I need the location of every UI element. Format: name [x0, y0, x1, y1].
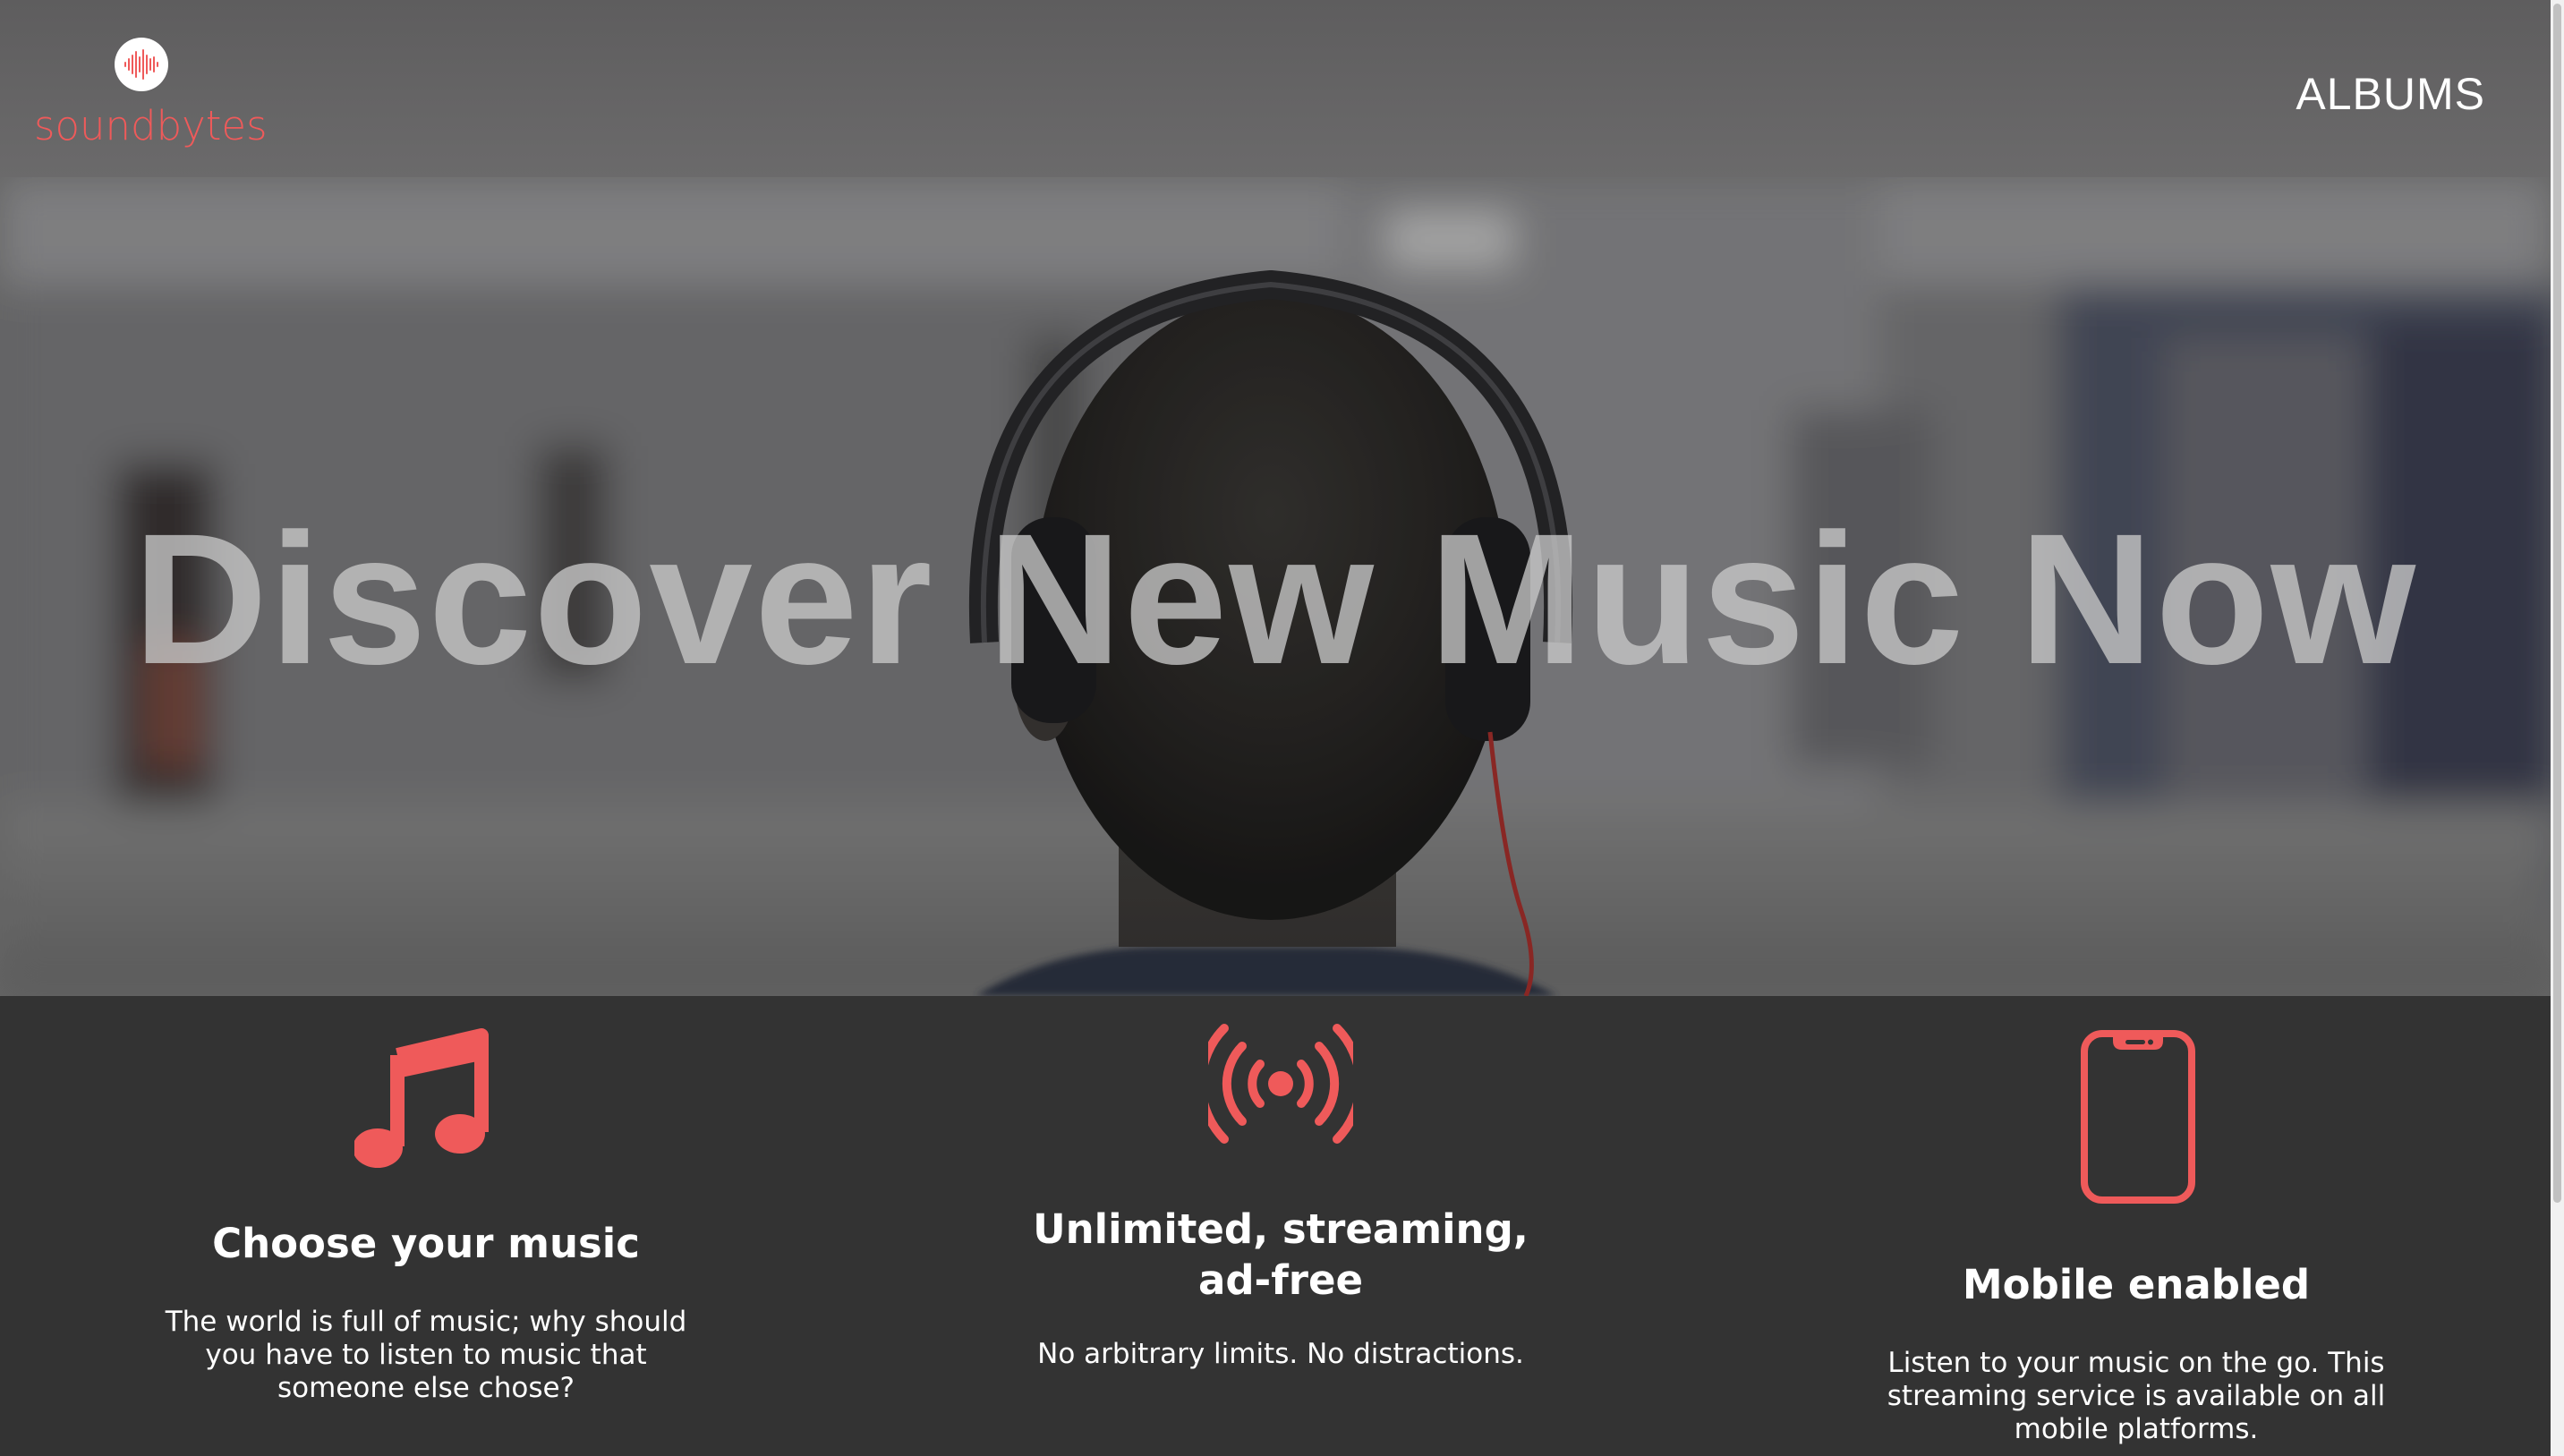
feature-title: Choose your music: [212, 1220, 640, 1267]
feature-description: Listen to your music on the go. This str…: [1887, 1347, 2386, 1445]
hero-banner: Discover New Music Now: [0, 177, 2551, 996]
vertical-scrollbar[interactable]: [2551, 0, 2564, 1456]
soundwave-icon: [115, 38, 168, 91]
nav-albums-link[interactable]: ALBUMS: [2296, 68, 2485, 120]
hero-headline: Discover New Music Now: [132, 496, 2418, 703]
feature-title: Unlimited, streaming, ad-free: [1033, 1205, 1529, 1304]
feature-description: No arbitrary limits. No distractions.: [1037, 1338, 1524, 1370]
logo-link[interactable]: soundbytes: [32, 34, 268, 159]
site-header: soundbytes ALBUMS: [0, 0, 2551, 177]
broadcast-icon: [1197, 1023, 1365, 1149]
feature-title: Mobile enabled: [1962, 1261, 2311, 1308]
music-note-icon: [353, 1021, 489, 1178]
smartphone-icon: [2079, 1028, 2197, 1210]
feature-description: The world is full of music; why should y…: [165, 1306, 687, 1404]
page: soundbytes ALBUMS Discover New Music Now…: [0, 0, 2564, 1456]
features-section: Choose your music The world is full of m…: [0, 996, 2551, 1456]
scrollbar-thumb[interactable]: [2553, 4, 2561, 1203]
brand-name: soundbytes: [34, 102, 268, 149]
